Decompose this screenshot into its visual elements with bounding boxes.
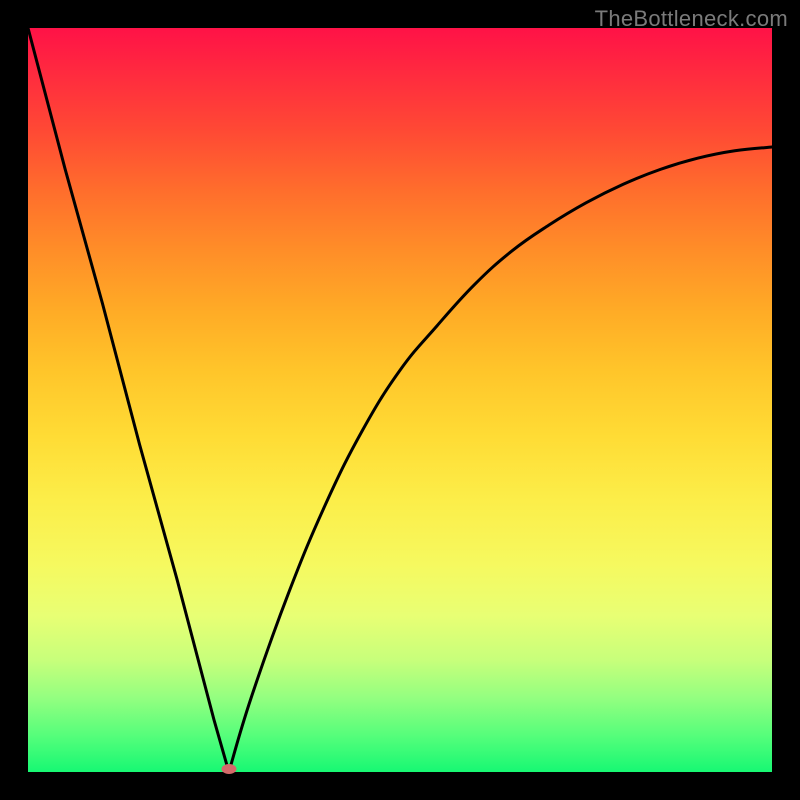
minimum-marker (221, 764, 236, 774)
bottleneck-curve (28, 28, 772, 772)
curve-svg (28, 28, 772, 772)
plot-area (28, 28, 772, 772)
chart-canvas: TheBottleneck.com (0, 0, 800, 800)
watermark-text: TheBottleneck.com (595, 6, 788, 32)
